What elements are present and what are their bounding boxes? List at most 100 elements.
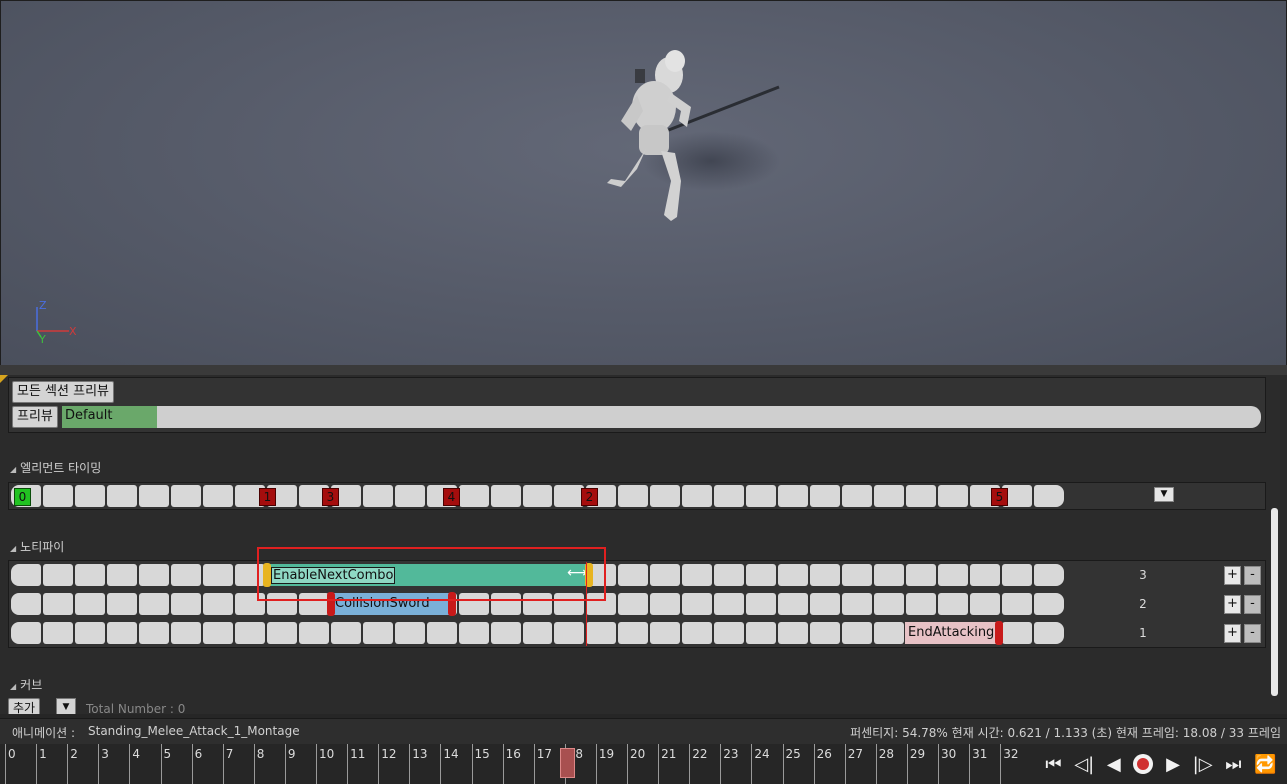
- add-curve-button[interactable]: 추가: [8, 698, 41, 714]
- track-cell: [810, 564, 841, 586]
- track-cell: [458, 622, 489, 644]
- track-cell: [906, 593, 937, 615]
- track-cell: [650, 485, 681, 507]
- loop-icon[interactable]: 🔁: [1254, 754, 1276, 775]
- ruler-tick: 20: [627, 744, 658, 784]
- ruler-tick-label: 21: [661, 747, 677, 761]
- status-bar: 애니메이션 : Standing_Melee_Attack_1_Montage …: [0, 718, 1287, 744]
- track-cell: [490, 485, 521, 507]
- track-cell: [170, 622, 201, 644]
- ruler-tick-label: 4: [132, 747, 141, 761]
- add-notify-track-button[interactable]: +: [1224, 624, 1241, 643]
- track-cell: [970, 593, 1001, 615]
- ruler-tick: 27: [844, 744, 876, 784]
- track-cell: [138, 485, 169, 507]
- track-cell: [650, 622, 681, 644]
- record-dot: [1137, 758, 1150, 770]
- timing-marker-4[interactable]: 4: [443, 488, 460, 506]
- timing-marker-2[interactable]: 2: [581, 488, 598, 506]
- remove-notify-track-button[interactable]: -: [1244, 595, 1261, 614]
- collapse-triangle-icon: ◢: [10, 465, 17, 474]
- notifies-title: 노티파이: [20, 540, 65, 554]
- track-cell: [490, 622, 521, 644]
- track-cell: [11, 564, 41, 586]
- track-cell: [266, 622, 297, 644]
- track-cell: [714, 564, 745, 586]
- timing-dropdown-button[interactable]: ▼: [1154, 487, 1174, 502]
- step-forward-icon[interactable]: |▷: [1193, 754, 1213, 775]
- notifies-header[interactable]: ◢ 노티파이: [10, 538, 64, 555]
- track-cell: [810, 593, 841, 615]
- record-icon[interactable]: [1133, 754, 1154, 774]
- ruler-tick-label: 14: [443, 747, 459, 761]
- track-cell: [1034, 485, 1064, 507]
- ruler-tick: 28: [875, 744, 907, 784]
- remove-notify-track-button[interactable]: -: [1244, 624, 1261, 643]
- add-notify-track-button[interactable]: +: [1224, 566, 1241, 585]
- track-cell: [202, 593, 233, 615]
- ruler-tick-label: 13: [412, 747, 428, 761]
- default-section[interactable]: Default: [62, 406, 157, 428]
- track-cell: [746, 564, 777, 586]
- track-cell: [330, 622, 361, 644]
- track-cell: [106, 564, 137, 586]
- ruler-tick-label: 26: [816, 747, 832, 761]
- ruler-tick-label: 7: [225, 747, 234, 761]
- track-cell: [1002, 622, 1032, 644]
- axis-y-label: Y: [38, 333, 46, 345]
- element-timing-header[interactable]: ◢ 엘리먼트 타이밍: [10, 459, 101, 476]
- collapse-triangle-icon: ◢: [10, 544, 17, 553]
- section-bar[interactable]: [62, 406, 1261, 428]
- add-notify-track-button[interactable]: +: [1224, 595, 1241, 614]
- add-curve-dropdown-icon[interactable]: ▼: [56, 698, 76, 714]
- track-cell: [1034, 564, 1064, 586]
- timing-marker-5[interactable]: 5: [991, 488, 1008, 506]
- play-reverse-icon[interactable]: ◀: [1107, 754, 1121, 775]
- track-cell: [746, 622, 777, 644]
- timing-marker-3[interactable]: 3: [322, 488, 339, 506]
- track-cell: [618, 485, 649, 507]
- notify-end-attacking[interactable]: EndAttacking: [905, 622, 999, 644]
- track-cell: [554, 622, 585, 644]
- to-end-icon[interactable]: ⏭: [1225, 754, 1241, 775]
- ruler-tick-label: 10: [319, 747, 335, 761]
- ruler-tick: 22: [689, 744, 720, 784]
- ruler-tick: 15: [471, 744, 503, 784]
- ruler-tick-label: 1: [39, 747, 47, 761]
- track-cell: [682, 564, 713, 586]
- panel-corner-marker: [0, 375, 8, 383]
- viewport-divider[interactable]: [0, 365, 1287, 375]
- curves-header[interactable]: ◢ 커브: [10, 676, 42, 693]
- preview-viewport[interactable]: Z X Y: [0, 0, 1287, 367]
- track-cell: [170, 485, 201, 507]
- ruler-tick: 10: [316, 744, 347, 784]
- track-cell: [874, 564, 905, 586]
- track-cell: [810, 622, 841, 644]
- to-start-icon[interactable]: ⏮: [1045, 754, 1061, 775]
- preview-all-sections-button[interactable]: 모든 섹션 프리뷰: [12, 381, 114, 403]
- ruler-tick-label: 15: [474, 747, 490, 761]
- panel-scrollbar[interactable]: [1271, 508, 1278, 696]
- ruler-tick-label: 2: [70, 747, 78, 761]
- ruler-tick-label: 28: [878, 747, 895, 761]
- track-cell: [682, 593, 713, 615]
- track-cell: [554, 485, 585, 507]
- step-back-icon[interactable]: ◁|: [1074, 754, 1094, 775]
- collapse-triangle-icon: ◢: [10, 682, 17, 691]
- playback-controls: ⏮ ◁| ◀ ▶ |▷ ⏭ 🔁: [1035, 744, 1287, 784]
- ruler-tick-label: 19: [598, 747, 615, 761]
- ruler-tick-label: 11: [350, 747, 366, 761]
- timeline-scrubber[interactable]: [560, 748, 575, 778]
- track-cell: [74, 622, 105, 644]
- play-icon[interactable]: ▶: [1166, 754, 1180, 775]
- notify-end-handle-red[interactable]: [995, 621, 1003, 645]
- track-cell: [106, 622, 137, 644]
- timing-marker-1[interactable]: 1: [259, 488, 276, 506]
- notify-track-number: 2: [1139, 597, 1147, 611]
- remove-notify-track-button[interactable]: -: [1244, 566, 1261, 585]
- ruler-tick: 32: [1000, 744, 1031, 784]
- timing-marker-0[interactable]: 0: [14, 488, 31, 506]
- track-cell: [714, 485, 745, 507]
- track-cell: [522, 485, 553, 507]
- preview-button[interactable]: 프리뷰: [12, 406, 58, 428]
